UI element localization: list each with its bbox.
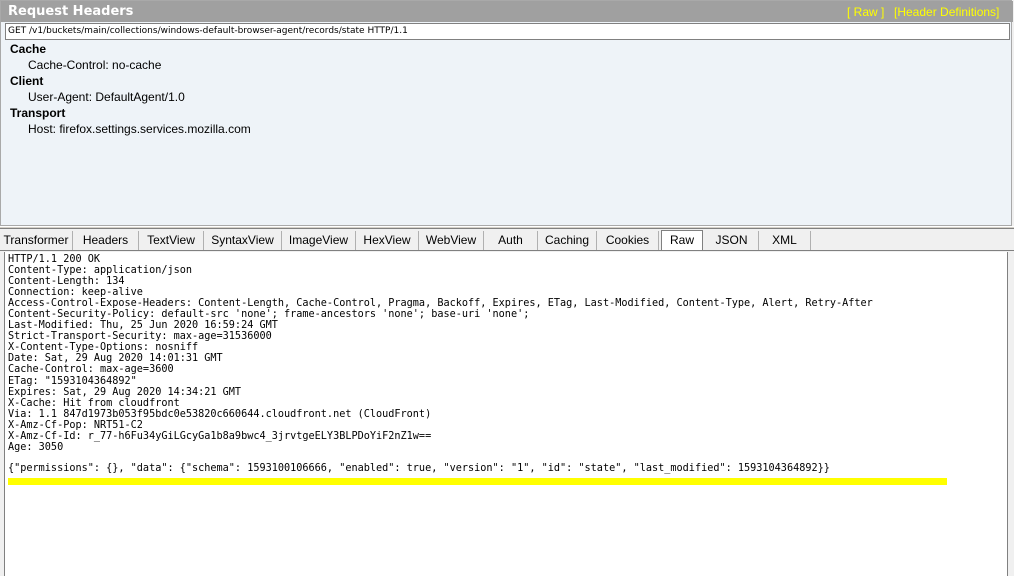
response-header-line: Connection: keep-alive <box>8 287 143 299</box>
raw-response-view[interactable]: HTTP/1.1 200 OK Content-Type: applicatio… <box>4 252 1008 576</box>
tab-strip-divider <box>0 250 1014 251</box>
tab-cookies[interactable]: Cookies <box>597 231 659 250</box>
response-header-line: Expires: Sat, 29 Aug 2020 14:34:21 GMT <box>8 386 242 398</box>
response-body-text[interactable]: {"permissions": {}, "data": {"schema": 1… <box>8 462 830 475</box>
response-header-line: HTTP/1.1 200 OK <box>8 254 101 265</box>
response-header-line: Age: 3050 <box>8 441 64 453</box>
tab-caching[interactable]: Caching <box>538 231 597 250</box>
tab-json[interactable]: JSON <box>705 231 759 250</box>
tab-imageview[interactable]: ImageView <box>282 231 356 250</box>
request-line: GET /v1/buckets/main/collections/windows… <box>5 23 1010 40</box>
response-header-line: Cache-Control: max-age=3600 <box>8 364 174 376</box>
response-header-line: X-Amz-Cf-Pop: NRT51-C2 <box>8 419 143 431</box>
response-header-line: Via: 1.1 847d1973b053f95bdc0e53820c66064… <box>8 408 432 420</box>
header-definitions-link[interactable]: [Header Definitions] <box>894 5 999 19</box>
response-header-line: Content-Length: 134 <box>8 276 125 288</box>
response-tab-strip: Transformer Headers TextView SyntaxView … <box>0 229 1014 251</box>
response-header-line: X-Cache: Hit from cloudfront <box>8 397 180 409</box>
tab-auth[interactable]: Auth <box>484 231 538 250</box>
response-header-line: X-Content-Type-Options: nosniff <box>8 342 199 354</box>
group-label-transport[interactable]: Transport <box>10 106 65 120</box>
tab-raw[interactable]: Raw <box>661 230 703 250</box>
response-header-line: X-Amz-Cf-Id: r_77-h6Fu34yGiLGcyGa1b8a9bw… <box>8 430 432 442</box>
request-headers-title-bar: Request Headers [ Raw ] [Header Definiti… <box>1 1 1013 22</box>
search-highlight-bar <box>8 478 947 485</box>
response-header-line: ETag: "1593104364892" <box>8 375 137 387</box>
tab-transformer[interactable]: Transformer <box>0 231 73 250</box>
tab-textview[interactable]: TextView <box>139 231 204 250</box>
group-label-cache[interactable]: Cache <box>10 42 46 56</box>
tab-headers[interactable]: Headers <box>73 231 139 250</box>
tab-syntaxview[interactable]: SyntaxView <box>204 231 282 250</box>
group-label-client[interactable]: Client <box>10 74 43 88</box>
header-host[interactable]: Host: firefox.settings.services.mozilla.… <box>28 122 251 136</box>
response-header-line: Date: Sat, 29 Aug 2020 14:01:31 GMT <box>8 353 223 365</box>
request-headers-panel: Request Headers [ Raw ] [Header Definiti… <box>0 0 1013 226</box>
response-header-line: Last-Modified: Thu, 25 Jun 2020 16:59:24… <box>8 320 278 332</box>
request-headers-title: Request Headers <box>8 4 134 19</box>
response-header-line: Strict-Transport-Security: max-age=31536… <box>8 331 272 343</box>
raw-headers-link[interactable]: [ Raw ] <box>847 5 884 19</box>
header-cache-control[interactable]: Cache-Control: no-cache <box>28 58 161 72</box>
tab-hexview[interactable]: HexView <box>356 231 419 250</box>
tab-xml[interactable]: XML <box>759 231 811 250</box>
response-header-line: Content-Security-Policy: default-src 'no… <box>8 309 530 321</box>
header-user-agent[interactable]: User-Agent: DefaultAgent/1.0 <box>28 90 185 104</box>
tab-webview[interactable]: WebView <box>419 231 484 250</box>
response-headers-text[interactable]: HTTP/1.1 200 OK Content-Type: applicatio… <box>8 254 873 453</box>
response-header-line: Access-Control-Expose-Headers: Content-L… <box>8 298 873 310</box>
response-header-line: Content-Type: application/json <box>8 265 193 277</box>
